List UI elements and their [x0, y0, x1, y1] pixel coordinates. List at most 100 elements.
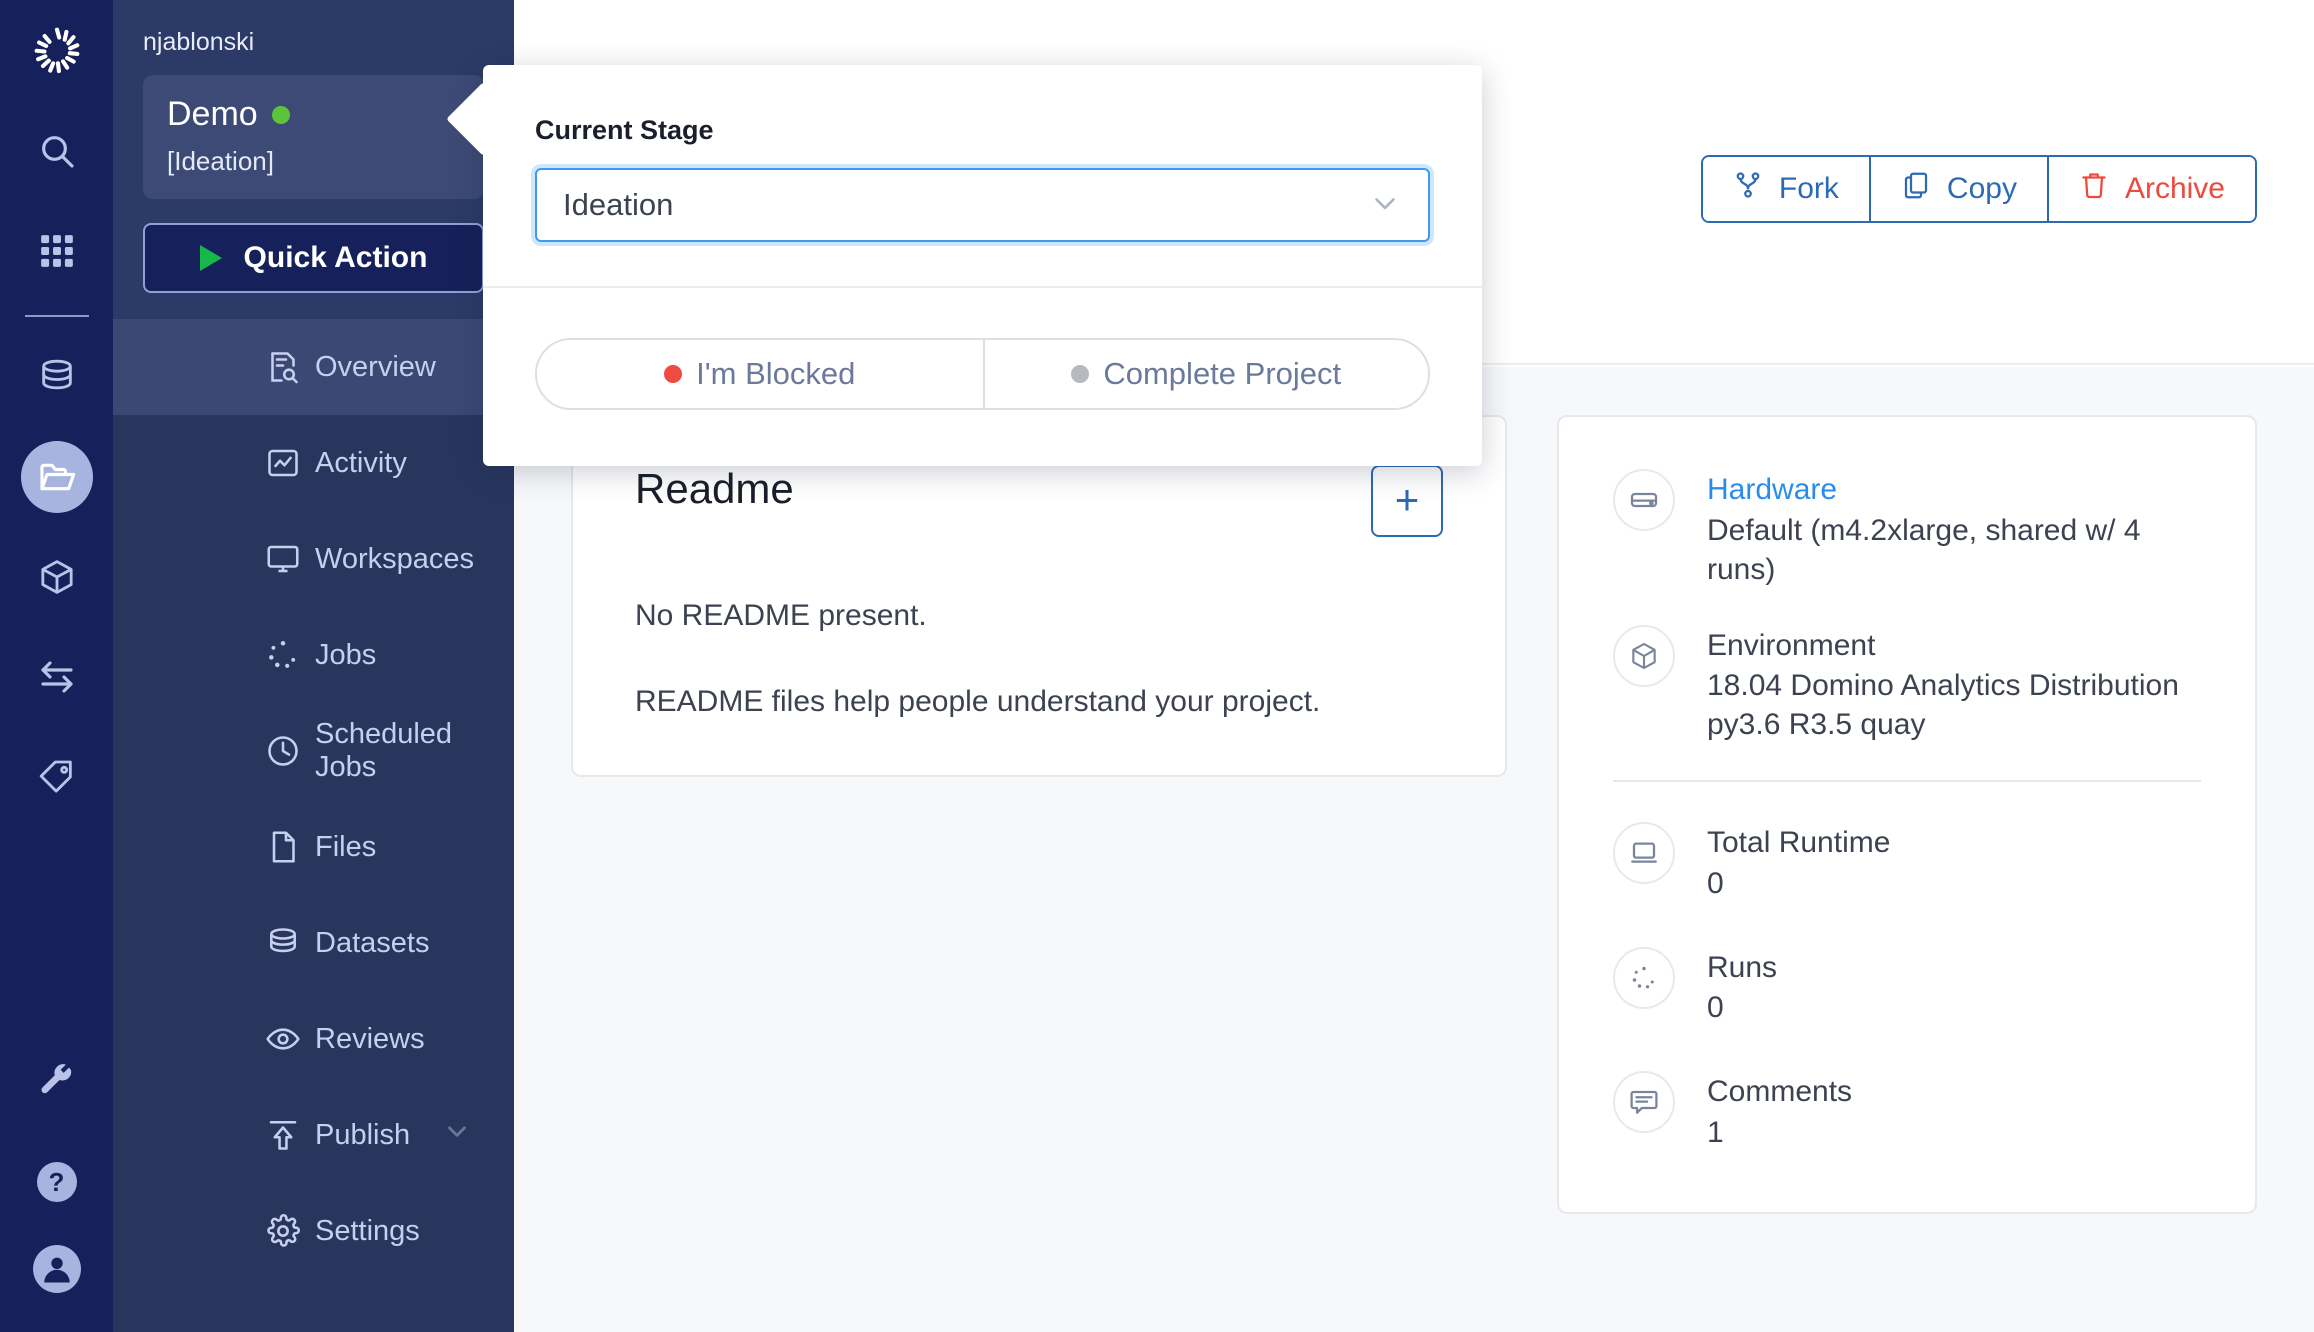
fork-button[interactable]: Fork	[1702, 157, 1871, 221]
domino-logo-icon[interactable]	[28, 22, 86, 85]
cube-icon	[1613, 624, 1675, 687]
hardware-icon	[1613, 469, 1675, 531]
file-icon	[263, 827, 303, 867]
project-status-dot-icon	[271, 105, 290, 124]
sidebar-item-publish[interactable]: Publish	[113, 1087, 514, 1183]
avatar	[32, 1245, 81, 1293]
add-readme-button[interactable]: +	[1371, 465, 1443, 537]
cube-icon[interactable]	[21, 541, 93, 613]
sidebar-nav: Overview Activity Workspaces Jobs Schedu…	[113, 319, 514, 1279]
sidebar-item-scheduled-jobs[interactable]: Scheduled Jobs	[113, 703, 514, 799]
comments-row: Comments 1	[1613, 1071, 2201, 1152]
environment-row: Environment 18.04 Domino Analytics Distr…	[1613, 624, 2201, 745]
im-blocked-label: I'm Blocked	[696, 356, 856, 391]
sidebar-item-label: Scheduled Jobs	[315, 718, 453, 783]
sidebar-item-overview[interactable]: Overview	[113, 319, 514, 415]
sidebar-item-datasets[interactable]: Datasets	[113, 895, 514, 991]
sidebar-item-label: Files	[315, 830, 377, 863]
environment-text: Environment 18.04 Domino Analytics Distr…	[1707, 625, 2201, 745]
readme-empty-line-2: README files help people understand your…	[635, 685, 1321, 718]
sidebar-header: njablonski Demo [Ideation] Quick Action	[113, 0, 514, 319]
runs-value: 0	[1707, 991, 1724, 1024]
gear-icon	[263, 1211, 303, 1251]
runs-label: Runs	[1707, 950, 1778, 984]
grid-apps-icon[interactable]	[21, 215, 93, 287]
current-stage-label: Current Stage	[535, 115, 714, 145]
sidebar-item-label: Datasets	[315, 926, 430, 959]
fork-label: Fork	[1778, 172, 1839, 205]
folder-open-icon[interactable]	[20, 441, 93, 513]
readme-body: No README present. README files help peo…	[635, 599, 1443, 719]
app-root: ? njablonski Demo [Ideation] Quick Actio…	[0, 0, 2314, 1332]
copy-button[interactable]: Copy	[1870, 157, 2049, 221]
overview-content: Readme + No README present. README files…	[514, 367, 2314, 1332]
total-runtime-row: Total Runtime 0	[1613, 822, 2201, 903]
blocked-status-dot-icon	[664, 365, 683, 383]
database-icon[interactable]	[21, 341, 93, 413]
hardware-text: Hardware Default (m4.2xlarge, shared w/ …	[1707, 469, 2201, 589]
project-sidebar: njablonski Demo [Ideation] Quick Action	[113, 0, 514, 1332]
current-stage-select[interactable]: Ideation	[535, 168, 1430, 242]
trash-icon	[2079, 170, 2109, 208]
help-icon-glyph: ?	[36, 1162, 77, 1202]
project-actions: Fork Copy Archive	[1700, 155, 2257, 223]
comments-value: 1	[1707, 1115, 1724, 1149]
sidebar-item-settings[interactable]: Settings	[113, 1183, 514, 1279]
archive-button[interactable]: Archive	[2048, 157, 2255, 221]
readme-header: Readme +	[635, 465, 1443, 537]
sidebar-item-label: Activity	[315, 446, 407, 479]
total-runtime-label: Total Runtime	[1707, 826, 1891, 859]
chevron-down-icon[interactable]	[442, 1116, 472, 1154]
project-card[interactable]: Demo [Ideation]	[143, 75, 484, 199]
im-blocked-button[interactable]: I'm Blocked	[537, 340, 983, 408]
fork-icon	[1733, 170, 1763, 208]
sidebar-item-label: Workspaces	[315, 542, 475, 575]
project-name-row: Demo	[167, 95, 460, 134]
project-info-card: Hardware Default (m4.2xlarge, shared w/ …	[1557, 415, 2257, 1214]
monitor-icon	[263, 539, 303, 579]
sidebar-item-label: Publish	[315, 1118, 411, 1151]
spinner-dots-icon	[1613, 946, 1675, 1009]
search-icon[interactable]	[21, 115, 93, 187]
sidebar-item-activity[interactable]: Activity	[113, 415, 514, 511]
hardware-value: Default (m4.2xlarge, shared w/ 4 runs)	[1707, 513, 2141, 586]
comments-label: Comments	[1707, 1075, 1853, 1108]
hardware-link[interactable]: Hardware	[1707, 471, 2201, 509]
wrench-icon[interactable]	[21, 1046, 93, 1118]
overview-doc-search-icon	[263, 347, 303, 387]
database-icon	[263, 923, 303, 963]
sidebar-item-jobs[interactable]: Jobs	[113, 607, 514, 703]
user-avatar-icon[interactable]	[21, 1245, 93, 1318]
quick-action-button[interactable]: Quick Action	[143, 223, 484, 293]
help-icon[interactable]: ?	[21, 1146, 93, 1218]
info-divider	[1613, 780, 2201, 782]
sidebar-item-files[interactable]: Files	[113, 799, 514, 895]
stage-action-group: I'm Blocked Complete Project	[535, 338, 1430, 410]
readme-card: Readme + No README present. README files…	[571, 415, 1507, 777]
stage-popover: Current Stage Ideation I'm Blocked Compl…	[446, 65, 1482, 466]
readme-title: Readme	[635, 465, 794, 512]
runs-text: Runs 0	[1707, 947, 2201, 1028]
eye-icon	[263, 1019, 303, 1059]
rail-divider	[24, 315, 89, 317]
activity-chart-icon	[263, 443, 303, 483]
sidebar-item-label: Reviews	[315, 1022, 425, 1055]
environment-label: Environment	[1707, 628, 1876, 662]
hardware-row: Hardware Default (m4.2xlarge, shared w/ …	[1613, 469, 2201, 589]
laptop-icon	[1613, 822, 1675, 884]
runs-row: Runs 0	[1613, 946, 2201, 1028]
copy-icon	[1901, 170, 1931, 208]
complete-project-button[interactable]: Complete Project	[982, 340, 1428, 408]
popover-actions-section: I'm Blocked Complete Project	[483, 288, 1482, 466]
tag-icon[interactable]	[21, 741, 93, 813]
chevron-down-icon	[1368, 186, 1402, 225]
play-icon	[199, 245, 222, 271]
copy-label: Copy	[1946, 172, 2017, 205]
transfer-arrows-icon[interactable]	[21, 641, 93, 713]
readme-empty-line-1: No README present.	[635, 599, 927, 632]
clock-icon	[263, 731, 303, 771]
archive-label: Archive	[2124, 172, 2225, 205]
sidebar-item-workspaces[interactable]: Workspaces	[113, 511, 514, 607]
sidebar-item-reviews[interactable]: Reviews	[113, 991, 514, 1087]
total-runtime-text: Total Runtime 0	[1707, 822, 2201, 903]
